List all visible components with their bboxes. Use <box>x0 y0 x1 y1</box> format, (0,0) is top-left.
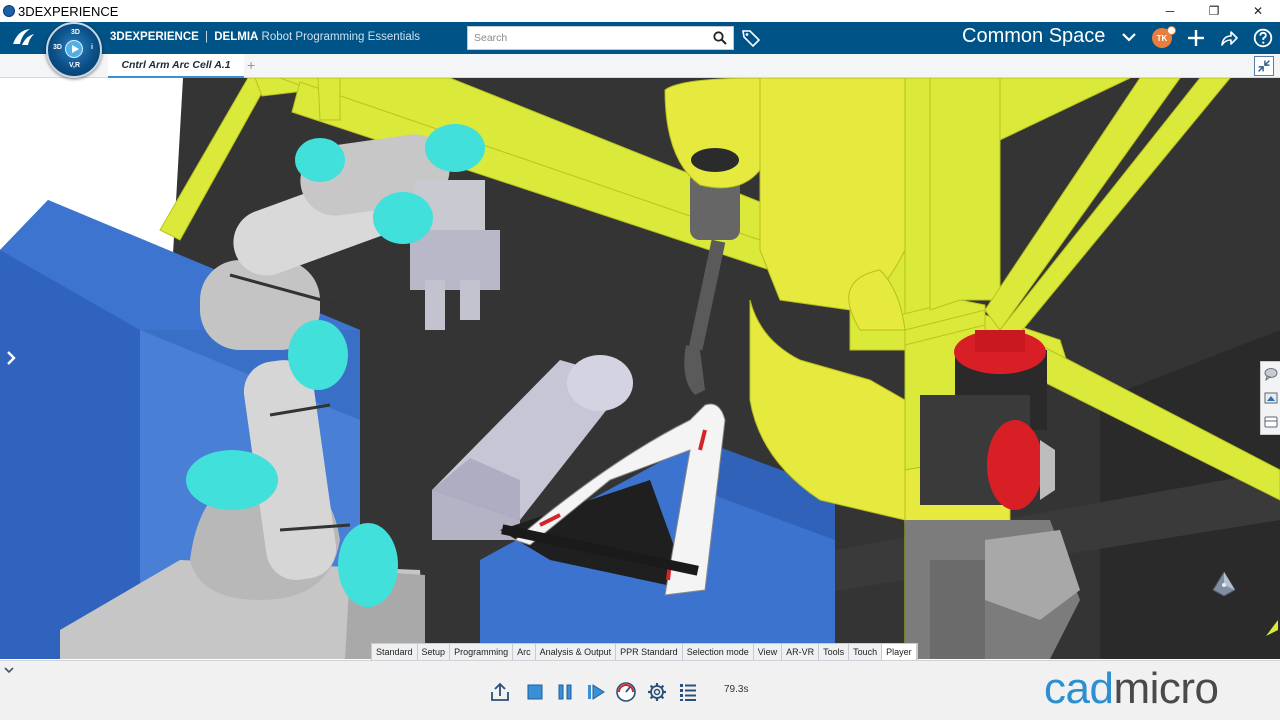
section-tab-programming[interactable]: Programming <box>450 644 514 660</box>
speed-gauge-icon[interactable] <box>615 681 637 703</box>
window-title: 3DEXPERIENCE <box>18 3 119 19</box>
section-tab-ppr-standard[interactable]: PPR Standard <box>616 644 683 660</box>
list-icon[interactable] <box>677 681 699 703</box>
step-play-icon[interactable] <box>585 681 607 703</box>
section-tab-analysis-output[interactable]: Analysis & Output <box>536 644 617 660</box>
section-tab-setup[interactable]: Setup <box>418 644 451 660</box>
section-tab-player[interactable]: Player <box>882 644 917 660</box>
action-bar: 79.3s cadmicro <box>0 660 1280 720</box>
view-settings-icon[interactable] <box>1264 391 1278 405</box>
help-icon[interactable] <box>1253 28 1273 48</box>
tab-cntrl-arm-arc-cell[interactable]: Cntrl Arm Arc Cell A.1 <box>108 54 244 78</box>
panel-icon[interactable] <box>1264 415 1278 429</box>
chevron-down-icon[interactable] <box>1122 31 1136 43</box>
simulation-time-readout: 79.3s <box>724 684 749 695</box>
expand-left-panel-icon[interactable] <box>4 348 18 368</box>
brand-separator: | <box>205 31 209 43</box>
app-logo-icon <box>3 5 15 17</box>
add-tab-button[interactable]: + <box>247 57 255 73</box>
watermark-cad: cad <box>1044 664 1114 713</box>
export-icon[interactable] <box>489 681 511 703</box>
add-icon[interactable] <box>1186 28 1206 48</box>
section-tab-standard[interactable]: Standard <box>372 644 418 660</box>
window-titlebar: 3DEXPERIENCE ─ ❐ ✕ <box>0 0 1280 22</box>
robot-flange <box>691 148 739 172</box>
search-field[interactable] <box>467 26 734 50</box>
corner-arrow-icon <box>1266 620 1278 636</box>
ds-logo-icon <box>10 26 36 53</box>
avatar-badge <box>1167 26 1176 35</box>
restore-button[interactable]: ❐ <box>1192 0 1236 22</box>
tab-strip: Cntrl Arm Arc Cell A.1 + <box>0 54 1280 78</box>
app-header: 3DEXPERIENCE | DELMIA Robot Programming … <box>0 22 1280 54</box>
minimize-button[interactable]: ─ <box>1148 0 1192 22</box>
view-compass-icon[interactable] <box>1205 566 1243 604</box>
compass-label-left: 3D <box>53 44 62 51</box>
3d-scene[interactable] <box>0 78 1280 659</box>
collapse-action-bar-icon[interactable] <box>3 664 15 676</box>
window-controls: ─ ❐ ✕ <box>1148 0 1280 22</box>
section-tab-ar-vr[interactable]: AR-VR <box>782 644 820 660</box>
tag-icon[interactable] <box>741 28 761 48</box>
settings-icon[interactable] <box>646 681 668 703</box>
3d-compass[interactable]: 3D 3D V,R i <box>46 22 102 78</box>
right-side-panel <box>1260 361 1280 435</box>
3d-viewport[interactable] <box>0 78 1280 659</box>
section-tab-tools[interactable]: Tools <box>819 644 850 660</box>
compass-label-right: i <box>91 44 93 51</box>
section-tab-selection-mode[interactable]: Selection mode <box>683 644 754 660</box>
brand-product: Robot Programming Essentials <box>261 31 421 43</box>
section-tab-view[interactable]: View <box>754 644 783 660</box>
section-tabs: Standard Setup Programming Arc Analysis & Ou… <box>371 643 918 660</box>
app-window: 3DEXPERIENCE ─ ❐ ✕ 3DEXPERIENCE | DELMIA… <box>0 0 1280 720</box>
comment-icon[interactable] <box>1264 367 1278 381</box>
exit-fullscreen-icon[interactable] <box>1254 56 1274 76</box>
brand-title: 3DEXPERIENCE | DELMIA Robot Programming … <box>110 31 420 43</box>
compass-play-icon[interactable] <box>65 40 83 58</box>
space-title[interactable]: Common Space <box>962 25 1105 48</box>
stop-icon[interactable] <box>524 681 546 703</box>
brand-3dexperience: 3DEXPERIENCE <box>110 31 199 43</box>
close-button[interactable]: ✕ <box>1236 0 1280 22</box>
share-icon[interactable] <box>1219 28 1239 48</box>
robot-base <box>905 520 1080 659</box>
section-tab-touch[interactable]: Touch <box>849 644 883 660</box>
watermark-micro: micro <box>1113 664 1219 713</box>
search-input[interactable] <box>468 27 698 49</box>
compass-label-bottom: V,R <box>69 62 81 69</box>
pause-icon[interactable] <box>554 681 576 703</box>
section-tab-arc[interactable]: Arc <box>513 644 536 660</box>
brand-delmia: DELMIA <box>214 31 259 43</box>
cadmicro-watermark: cadmicro <box>1044 664 1219 714</box>
search-icon[interactable] <box>713 31 727 45</box>
compass-label-top: 3D <box>71 29 80 36</box>
